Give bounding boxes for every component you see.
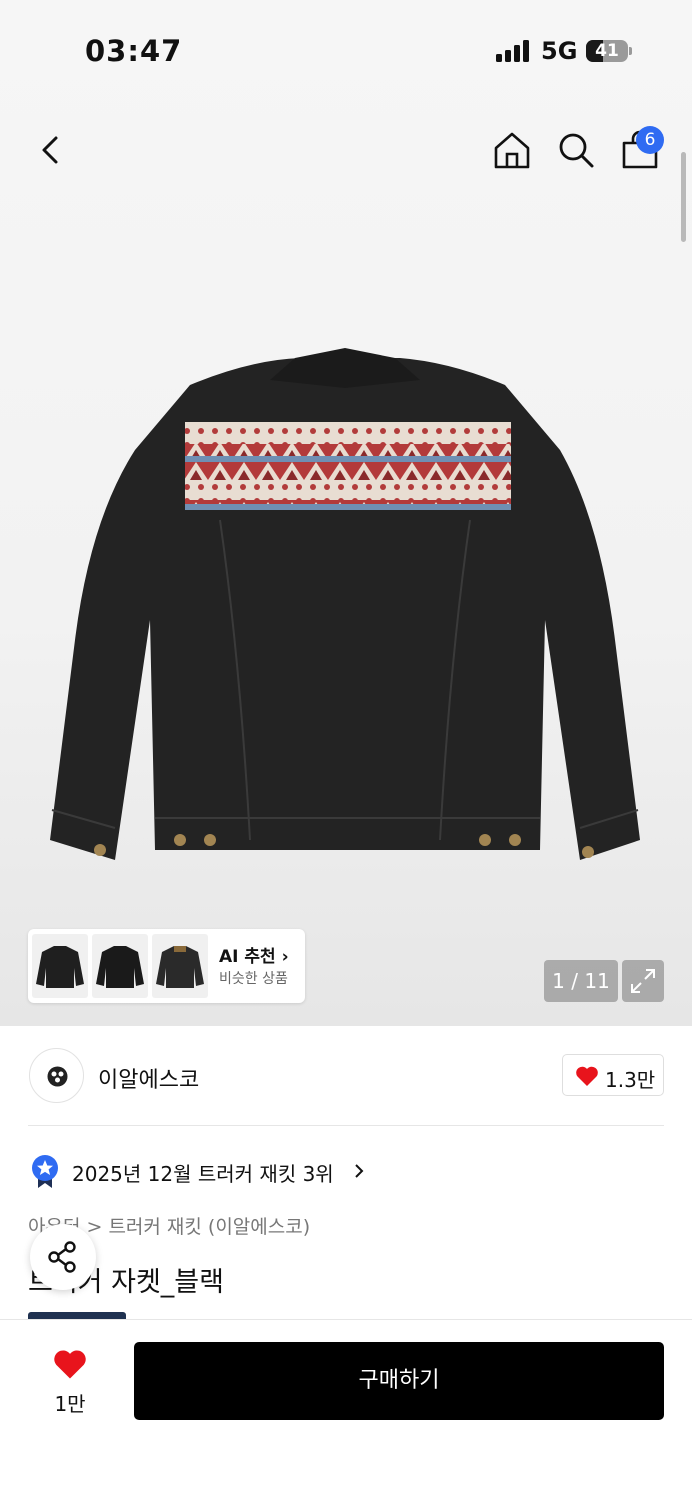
thumbnail-2[interactable]: [92, 934, 148, 998]
brand-name[interactable]: 이알에스코: [98, 1062, 199, 1094]
product-image-gallery[interactable]: 03:47 5G 41 6 AI 추천 › 비슷한 상품 1 / 11: [0, 0, 692, 1026]
share-icon: [48, 1241, 76, 1273]
bottom-action-bar: 1만 구매하기: [0, 1319, 692, 1500]
brand-logo[interactable]: [29, 1048, 84, 1103]
heart-icon: [576, 1066, 598, 1086]
brand-like-button[interactable]: 1.3만: [562, 1054, 664, 1096]
ai-recommend-title: AI 추천 ›: [219, 947, 289, 967]
status-bar: 03:47 5G 41: [0, 0, 692, 100]
ai-recommend-subtitle: 비슷한 상품: [219, 971, 288, 987]
cart-count-badge: 6: [636, 126, 664, 154]
product-image: [50, 348, 640, 860]
thumbnail-1[interactable]: [32, 934, 88, 998]
top-navigation: 6: [0, 120, 692, 180]
battery-icon: 41: [586, 40, 632, 62]
search-icon[interactable]: [554, 128, 598, 172]
brand-row: 이알에스코 1.3만: [0, 1040, 692, 1110]
buy-button[interactable]: 구매하기: [134, 1342, 664, 1420]
battery-level: 41: [595, 41, 619, 61]
share-button[interactable]: [30, 1224, 96, 1290]
back-arrow-icon[interactable]: [30, 128, 74, 172]
heart-icon: [54, 1350, 86, 1379]
status-time: 03:47: [85, 34, 183, 68]
ranking-badge-icon: [32, 1155, 58, 1188]
scrollbar[interactable]: [681, 152, 686, 242]
chevron-right-icon: [355, 1164, 364, 1178]
image-pager: 1 / 11: [544, 960, 618, 1002]
thumbnail-3[interactable]: [152, 934, 208, 998]
wishlist-button[interactable]: 1만: [30, 1342, 110, 1422]
brand-like-count: 1.3만: [605, 1068, 656, 1092]
ai-recommendation-strip[interactable]: AI 추천 › 비슷한 상품: [28, 929, 305, 1003]
divider: [28, 1125, 664, 1126]
home-icon[interactable]: [490, 128, 534, 172]
network-type: 5G: [541, 37, 578, 65]
expand-icon[interactable]: [622, 960, 664, 1002]
ranking-link[interactable]: 2025년 12월 트러커 재킷 3위: [30, 1154, 430, 1190]
ranking-text: 2025년 12월 트러커 재킷 3위: [72, 1162, 334, 1186]
signal-icon: [496, 40, 529, 62]
wishlist-count: 1만: [54, 1392, 86, 1416]
